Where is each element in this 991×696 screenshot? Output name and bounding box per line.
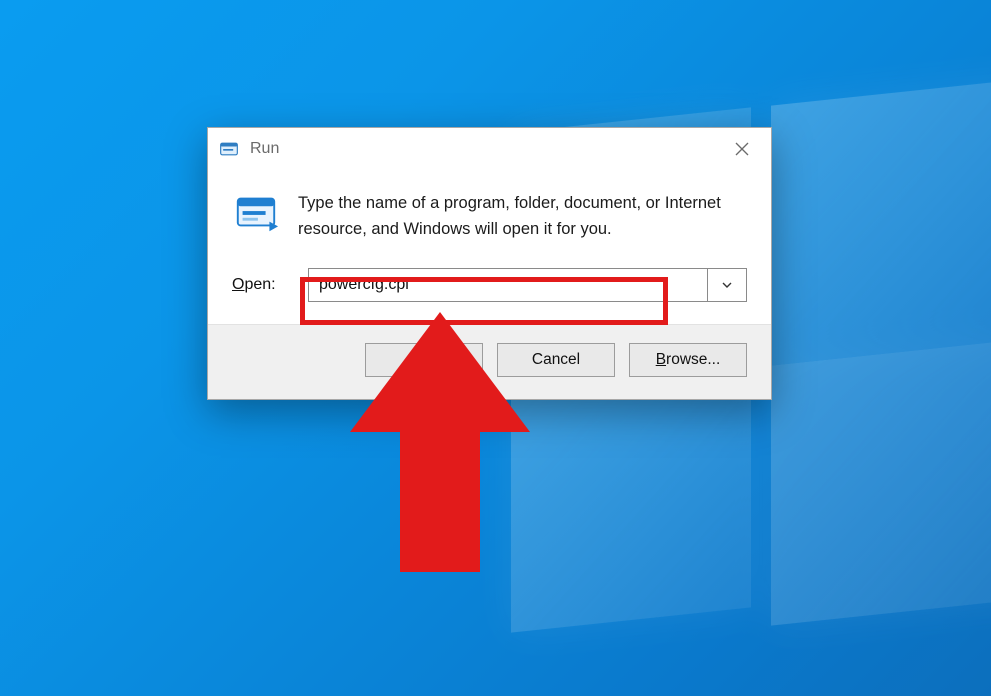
instruction-text: Type the name of a program, folder, docu…: [298, 189, 747, 242]
open-combobox[interactable]: [308, 268, 747, 302]
open-input[interactable]: [308, 268, 707, 302]
chevron-down-icon: [721, 279, 733, 291]
open-label: Open:: [232, 276, 290, 294]
close-icon: [735, 142, 749, 156]
run-program-icon: [232, 189, 280, 237]
desktop-background: Run Type the na: [0, 0, 991, 696]
open-dropdown-button[interactable]: [707, 268, 747, 302]
run-dialog: Run Type the na: [207, 127, 772, 400]
button-bar: OK Cancel Browse...: [208, 324, 771, 399]
run-dialog-icon: [218, 138, 240, 160]
dialog-content: Type the name of a program, folder, docu…: [208, 171, 771, 324]
close-button[interactable]: [713, 128, 771, 170]
titlebar-title: Run: [250, 140, 713, 158]
ok-button[interactable]: OK: [365, 343, 483, 377]
browse-button[interactable]: Browse...: [629, 343, 747, 377]
titlebar[interactable]: Run: [208, 128, 771, 171]
cancel-button[interactable]: Cancel: [497, 343, 615, 377]
